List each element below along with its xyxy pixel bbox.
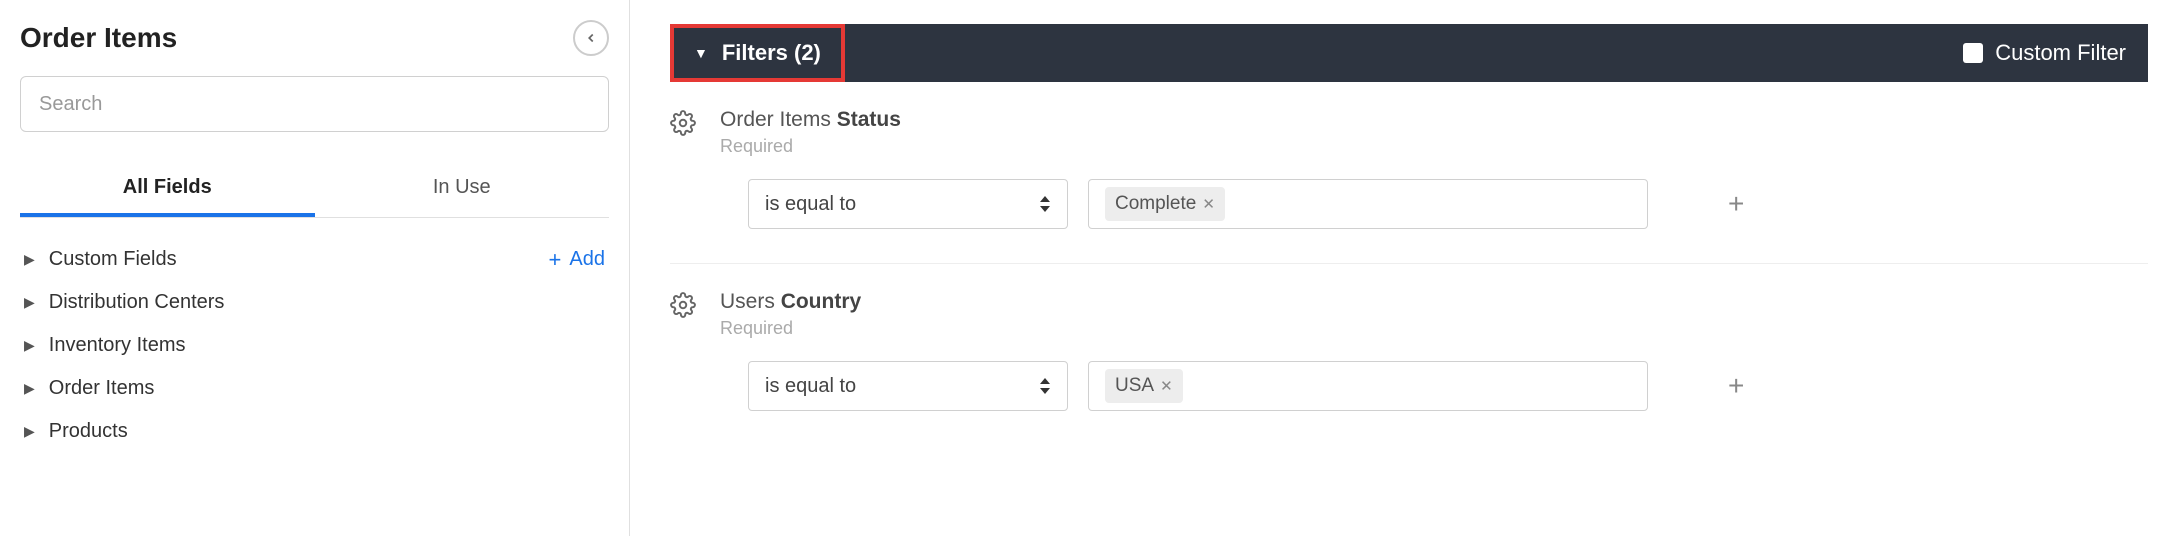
category-products[interactable]: ▶ Products [20,410,609,453]
plus-icon: + [1728,370,1744,401]
main: ▼ Filters (2) Custom Filter Order Items … [630,0,2172,536]
gear-icon[interactable] [670,110,696,136]
value-input[interactable]: USA ✕ [1088,361,1648,411]
category-label: Inventory Items [49,334,186,357]
add-custom-field-button[interactable]: + Add [549,248,605,271]
search-input[interactable] [20,76,609,132]
filter-subtitle: Required [720,136,901,157]
filter-block-status: Order Items Status Required is equal to … [670,82,2148,264]
chevron-right-icon: ▶ [24,294,35,311]
chevron-right-icon: ▶ [24,251,35,268]
sidebar: Order Items All Fields In Use ▶ Custom F… [0,0,630,536]
chevron-left-icon [584,31,598,45]
sidebar-tabs: All Fields In Use [20,162,609,218]
category-label: Distribution Centers [49,291,225,314]
value-input[interactable]: Complete ✕ [1088,179,1648,229]
value-chip: USA ✕ [1105,369,1183,403]
sort-icon [1039,378,1051,394]
add-condition-button[interactable]: + [1728,372,1744,400]
value-chip: Complete ✕ [1105,187,1225,221]
chevron-right-icon: ▶ [24,423,35,440]
category-inventory-items[interactable]: ▶ Inventory Items [20,324,609,367]
category-label: Products [49,420,128,443]
remove-chip-icon[interactable]: ✕ [1160,377,1173,395]
filter-subtitle: Required [720,318,861,339]
checkbox-icon [1963,43,1983,63]
remove-chip-icon[interactable]: ✕ [1202,195,1215,213]
sort-icon [1039,196,1051,212]
category-label: Order Items [49,377,155,400]
chevron-right-icon: ▶ [24,337,35,354]
filter-title: Order Items Status [720,108,901,132]
operator-select[interactable]: is equal to [748,361,1068,411]
filter-title: Users Country [720,290,861,314]
chevron-down-icon: ▼ [694,45,708,61]
collapse-sidebar-button[interactable] [573,20,609,56]
filters-toggle[interactable]: ▼ Filters (2) [670,24,845,82]
filter-block-country: Users Country Required is equal to USA ✕ [670,264,2148,445]
category-order-items[interactable]: ▶ Order Items [20,367,609,410]
page-title: Order Items [20,22,177,54]
plus-icon: + [1728,188,1744,219]
category-distribution-centers[interactable]: ▶ Distribution Centers [20,281,609,324]
category-custom-fields[interactable]: ▶ Custom Fields + Add [20,238,609,281]
add-condition-button[interactable]: + [1728,190,1744,218]
category-label: Custom Fields [49,248,177,271]
tab-in-use[interactable]: In Use [315,162,610,217]
chevron-right-icon: ▶ [24,380,35,397]
filters-bar: ▼ Filters (2) Custom Filter [670,24,2148,82]
plus-icon: + [549,249,562,271]
custom-filter-toggle[interactable]: Custom Filter [1963,40,2126,66]
tab-all-fields[interactable]: All Fields [20,162,315,217]
gear-icon[interactable] [670,292,696,318]
category-list: ▶ Custom Fields + Add ▶ Distribution Cen… [20,238,609,453]
operator-select[interactable]: is equal to [748,179,1068,229]
